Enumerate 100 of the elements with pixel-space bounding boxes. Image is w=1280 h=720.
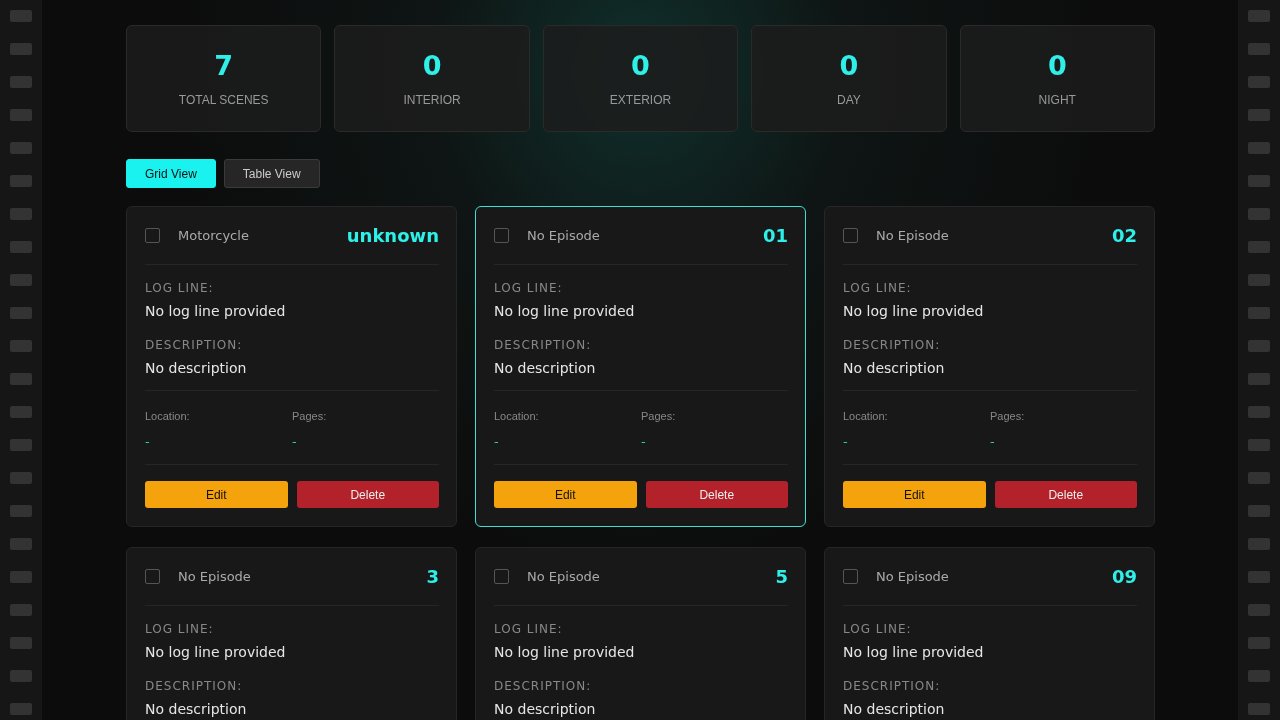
delete-button[interactable]: Delete [296,481,439,508]
description-text: No description [843,360,946,376]
film-hole [1248,43,1270,55]
checkbox[interactable] [145,228,160,243]
film-hole [10,637,32,649]
pages-value: - [292,434,297,449]
film-hole [10,703,32,715]
log-line-label: LOG LINE: [843,281,913,295]
film-hole [10,538,32,550]
film-hole [10,439,32,451]
film-hole [10,241,32,253]
film-hole [1248,472,1270,484]
log-line-text: No log line provided [145,303,287,319]
scene-number: unknown [346,225,439,246]
film-hole [1248,274,1270,286]
film-hole [10,472,32,484]
delete-button[interactable]: Delete [645,481,788,508]
episode-label: No Episode [527,228,601,243]
film-hole [10,142,32,154]
stat-label: EXTERIOR [609,93,672,107]
scene-number: 01 [762,225,788,246]
film-hole [10,406,32,418]
description-text: No description [145,701,248,717]
location-value: - [843,434,848,449]
stat-label: NIGHT [1038,93,1076,107]
stat-value: 7 [214,50,234,81]
stat-value: 0 [1047,50,1067,81]
scene-number: 09 [1111,566,1137,587]
edit-button[interactable]: Edit [843,481,986,508]
film-hole [10,670,32,682]
description-label: DESCRIPTION: [145,679,244,693]
scene-number: 02 [1111,225,1137,246]
stat-value: 0 [422,50,442,81]
description-text: No description [843,701,946,717]
edit-button[interactable]: Edit [494,481,637,508]
stat-label: INTERIOR [403,93,461,107]
film-hole [10,340,32,352]
episode-label: No Episode [178,569,252,584]
film-hole [10,274,32,286]
pages-label: Pages: [990,410,1025,422]
delete-button[interactable]: Delete [994,481,1137,508]
pages-label: Pages: [292,410,327,422]
film-hole [1248,241,1270,253]
film-hole [1248,373,1270,385]
log-line-label: LOG LINE: [145,281,215,295]
checkbox[interactable] [843,569,858,584]
scene-number: 3 [426,566,439,587]
description-label: DESCRIPTION: [494,338,593,352]
film-hole [1248,439,1270,451]
stat-label: DAY [837,93,861,107]
film-hole [1248,703,1270,715]
film-hole [1248,604,1270,616]
log-line-label: LOG LINE: [843,622,913,636]
film-hole [1248,571,1270,583]
film-hole [10,43,32,55]
pages-label: Pages: [641,410,676,422]
checkbox[interactable] [145,569,160,584]
log-line-text: No log line provided [494,644,636,660]
description-text: No description [494,360,597,376]
view-tab[interactable]: Grid View [126,159,216,188]
stat-value: 0 [631,50,650,81]
location-value: - [145,434,150,449]
film-hole [1248,208,1270,220]
log-line-label: LOG LINE: [494,281,564,295]
episode-label: No Episode [876,569,950,584]
description-label: DESCRIPTION: [145,338,244,352]
film-hole [10,307,32,319]
film-hole [10,505,32,517]
view-tab[interactable]: Table View [223,159,320,188]
film-hole [1248,142,1270,154]
film-hole [1248,340,1270,352]
film-hole [10,604,32,616]
film-hole [1248,307,1270,319]
description-text: No description [145,360,248,376]
film-hole [10,76,32,88]
film-hole [10,373,32,385]
checkbox[interactable] [494,569,509,584]
episode-label: No Episode [527,569,601,584]
film-hole [1248,10,1270,22]
description-label: DESCRIPTION: [843,338,942,352]
episode-label: No Episode [876,228,950,243]
log-line-text: No log line provided [494,303,636,319]
film-hole [1248,76,1270,88]
log-line-label: LOG LINE: [145,622,215,636]
film-hole [1248,637,1270,649]
film-hole [1248,505,1270,517]
scene-number: 5 [775,566,788,587]
checkbox[interactable] [494,228,509,243]
log-line-label: LOG LINE: [494,622,564,636]
film-hole [1248,538,1270,550]
checkbox[interactable] [843,228,858,243]
edit-button[interactable]: Edit [145,481,288,508]
film-hole [1248,109,1270,121]
film-hole [1248,406,1270,418]
film-hole [1248,175,1270,187]
film-hole [1248,670,1270,682]
location-label: Location: [843,410,888,422]
location-label: Location: [494,410,539,422]
log-line-text: No log line provided [145,644,287,660]
pages-value: - [990,434,995,449]
